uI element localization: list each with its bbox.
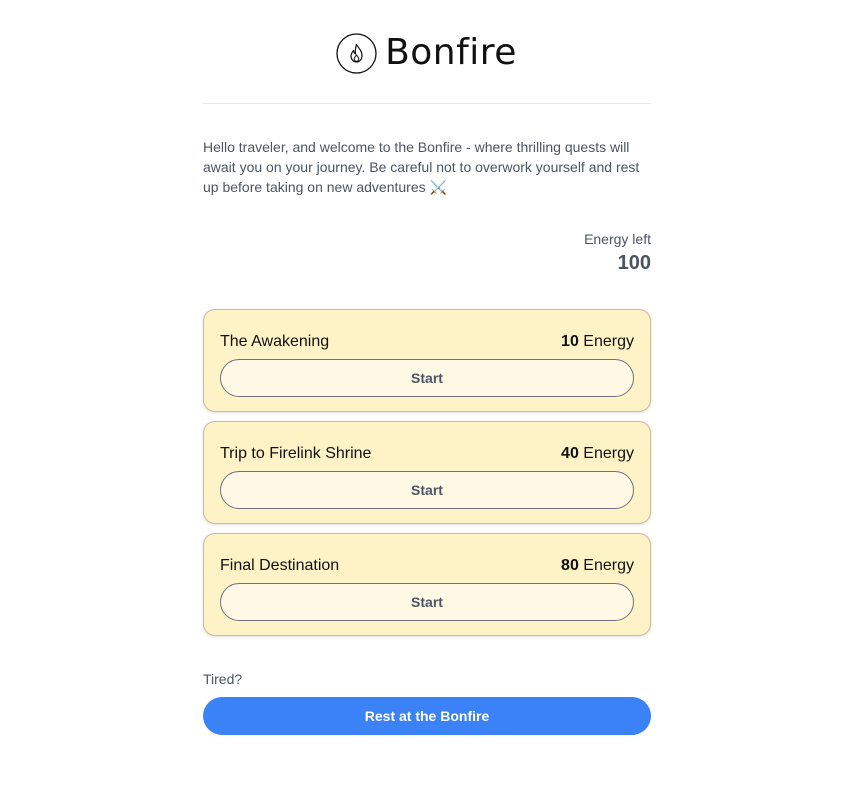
quest-cost-value: 40 bbox=[561, 445, 579, 462]
quest-title: Trip to Firelink Shrine bbox=[220, 445, 372, 462]
start-quest-button[interactable]: Start bbox=[220, 471, 634, 509]
brand-title: Bonfire bbox=[385, 32, 517, 73]
quest-header: Trip to Firelink Shrine 40 Energy bbox=[220, 442, 634, 466]
quest-cost: 40 Energy bbox=[561, 445, 634, 463]
quest-cost: 10 Energy bbox=[561, 333, 634, 351]
energy-value: 100 bbox=[617, 252, 651, 274]
quest-header: The Awakening 10 Energy bbox=[220, 330, 634, 354]
quest-card-firelink-shrine: Trip to Firelink Shrine 40 Energy Start bbox=[203, 421, 651, 524]
quest-cost-unit: Energy bbox=[583, 333, 634, 350]
bonfire-page: Bonfire Hello traveler, and welcome to t… bbox=[0, 0, 853, 797]
quest-cost: 80 Energy bbox=[561, 557, 634, 575]
rest-prompt: Tired? bbox=[203, 671, 243, 687]
energy-label: Energy left bbox=[584, 231, 651, 247]
quest-card-final-destination: Final Destination 80 Energy Start bbox=[203, 533, 651, 636]
start-quest-button[interactable]: Start bbox=[220, 583, 634, 621]
intro-text: Hello traveler, and welcome to the Bonfi… bbox=[203, 139, 640, 195]
quest-header: Final Destination 80 Energy bbox=[220, 554, 634, 578]
energy-display: Energy left 100 bbox=[584, 230, 651, 278]
start-quest-button[interactable]: Start bbox=[220, 359, 634, 397]
header-divider bbox=[203, 103, 651, 104]
header: Bonfire bbox=[0, 30, 853, 76]
quest-cost-unit: Energy bbox=[583, 445, 634, 462]
quest-list: The Awakening 10 Energy Start Trip to Fi… bbox=[203, 309, 651, 645]
quest-cost-value: 10 bbox=[561, 333, 579, 350]
quest-title: The Awakening bbox=[220, 333, 330, 350]
rest-at-bonfire-button[interactable]: Rest at the Bonfire bbox=[203, 697, 651, 735]
quest-card-awakening: The Awakening 10 Energy Start bbox=[203, 309, 651, 412]
quest-cost-unit: Energy bbox=[583, 557, 634, 574]
flame-in-circle-icon bbox=[336, 32, 377, 74]
quest-cost-value: 80 bbox=[561, 557, 579, 574]
quest-title: Final Destination bbox=[220, 557, 340, 574]
